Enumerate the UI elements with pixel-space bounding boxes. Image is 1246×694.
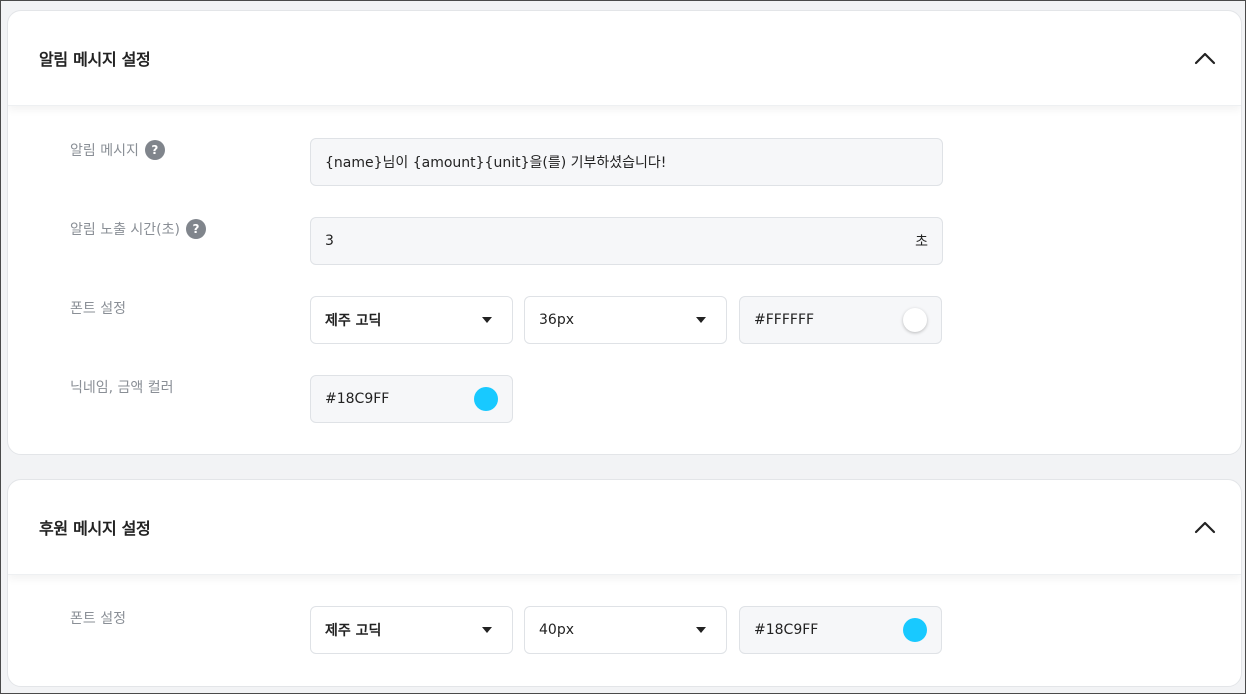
color-swatch-accent[interactable]	[474, 387, 498, 411]
alert-font-size-value: 36px	[539, 312, 574, 328]
alert-duration-label-text: 알림 노출 시간(초)	[70, 222, 180, 238]
alert-duration-label: 알림 노출 시간(초) ?	[70, 217, 206, 241]
alert-settings-panel: 알림 메시지 설정 알림 메시지 ? {name}님이 {amount}{uni…	[7, 10, 1242, 455]
donation-font-label-text: 폰트 설정	[70, 611, 126, 627]
alert-font-label: 폰트 설정	[70, 296, 126, 320]
donation-font-size-select[interactable]: 40px	[524, 606, 727, 654]
alert-font-color-picker[interactable]: #FFFFFF	[739, 296, 942, 344]
alert-settings-header[interactable]: 알림 메시지 설정	[8, 11, 1241, 106]
alert-duration-input[interactable]: 3 초	[310, 217, 943, 265]
donation-font-family-value: 제주 고딕	[325, 623, 382, 639]
highlight-color-row: 닉네임, 금액 컬러 #18C9FF	[8, 375, 1241, 423]
highlight-color-label: 닉네임, 금액 컬러	[70, 375, 174, 399]
alert-settings-title: 알림 메시지 설정	[39, 50, 151, 69]
alert-message-value: {name}님이 {amount}{unit}을(를) 기부하셨습니다!	[325, 155, 667, 171]
alert-message-row: 알림 메시지 ? {name}님이 {amount}{unit}을(를) 기부하…	[8, 138, 1241, 186]
donation-font-label: 폰트 설정	[70, 606, 126, 630]
help-icon[interactable]: ?	[144, 140, 165, 160]
donation-font-color-value: #18C9FF	[754, 622, 819, 638]
color-swatch-white[interactable]	[903, 308, 927, 332]
help-icon[interactable]: ?	[185, 219, 206, 239]
highlight-color-value: #18C9FF	[325, 391, 390, 407]
caret-down-icon	[696, 627, 706, 633]
alert-font-family-value: 제주 고딕	[325, 313, 382, 329]
alert-message-label-text: 알림 메시지	[70, 143, 139, 159]
donation-font-family-select[interactable]: 제주 고딕	[310, 606, 513, 654]
alert-font-color-value: #FFFFFF	[754, 312, 815, 328]
donation-settings-title: 후원 메시지 설정	[39, 519, 151, 538]
donation-font-row: 폰트 설정 제주 고딕 40px #18C9FF	[8, 606, 1241, 654]
donation-settings-header[interactable]: 후원 메시지 설정	[8, 480, 1241, 575]
highlight-color-label-text: 닉네임, 금액 컬러	[70, 380, 174, 396]
alert-duration-unit: 초	[915, 234, 928, 250]
alert-message-label: 알림 메시지 ?	[70, 138, 165, 162]
alert-font-row: 폰트 설정 제주 고딕 36px #FFFFFF	[8, 296, 1241, 344]
alert-duration-value: 3	[325, 233, 334, 249]
chevron-up-icon[interactable]	[1189, 511, 1221, 543]
donation-settings-panel: 후원 메시지 설정 폰트 설정 제주 고딕 40px #18C9FF	[7, 479, 1242, 687]
alert-message-input[interactable]: {name}님이 {amount}{unit}을(를) 기부하셨습니다!	[310, 138, 943, 186]
caret-down-icon	[696, 317, 706, 323]
highlight-color-picker[interactable]: #18C9FF	[310, 375, 513, 423]
chevron-up-icon[interactable]	[1189, 42, 1221, 74]
alert-font-label-text: 폰트 설정	[70, 301, 126, 317]
alert-duration-row: 알림 노출 시간(초) ? 3 초	[8, 217, 1241, 265]
caret-down-icon	[482, 627, 492, 633]
color-swatch-accent[interactable]	[903, 618, 927, 642]
donation-font-size-value: 40px	[539, 622, 574, 638]
donation-font-color-picker[interactable]: #18C9FF	[739, 606, 942, 654]
alert-font-family-select[interactable]: 제주 고딕	[310, 296, 513, 344]
alert-font-size-select[interactable]: 36px	[524, 296, 727, 344]
caret-down-icon	[482, 317, 492, 323]
